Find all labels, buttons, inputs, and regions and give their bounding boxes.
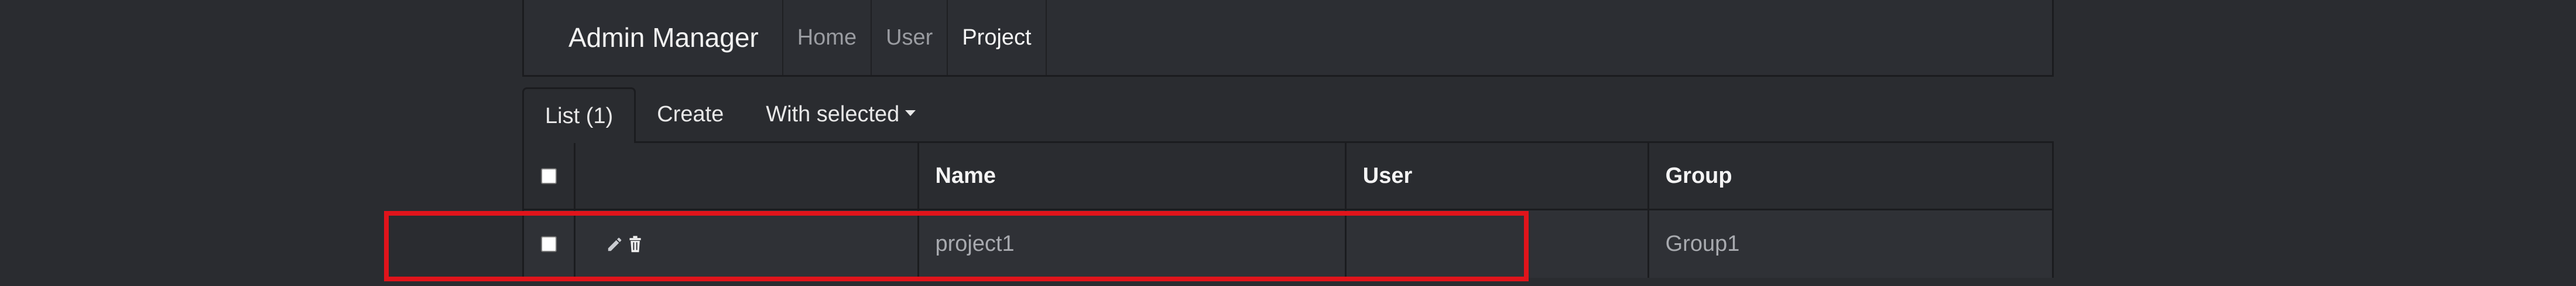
project-table: Name User Group project1 Group1: [522, 143, 2054, 278]
cell-group[interactable]: Group1: [1649, 210, 2052, 278]
select-all-checkbox[interactable]: [540, 168, 557, 184]
tab-list-label: List (1): [545, 103, 614, 128]
with-selected-label: With selected: [766, 101, 900, 127]
brand-title[interactable]: Admin Manager: [524, 0, 783, 75]
tab-list[interactable]: List (1): [522, 87, 636, 143]
cell-name[interactable]: project1: [919, 210, 1347, 278]
nav-link-project[interactable]: Project: [948, 0, 1047, 75]
nav-link-user[interactable]: User: [872, 0, 948, 75]
column-header-group[interactable]: Group: [1649, 143, 2052, 209]
row-checkbox[interactable]: [540, 236, 557, 252]
select-all-cell: [524, 143, 576, 209]
table-header-row: Name User Group: [524, 143, 2052, 210]
caret-down-icon: [905, 110, 916, 116]
actions-header: [576, 143, 919, 209]
row-select-cell: [524, 210, 576, 278]
column-header-name[interactable]: Name: [919, 143, 1347, 209]
table-row: project1 Group1: [524, 210, 2052, 278]
tab-bar: List (1) Create With selected: [522, 87, 2054, 143]
cell-user[interactable]: [1347, 210, 1649, 278]
tab-create[interactable]: Create: [636, 87, 745, 141]
tab-create-label: Create: [657, 101, 724, 127]
pencil-icon[interactable]: [606, 236, 624, 253]
column-header-user[interactable]: User: [1347, 143, 1649, 209]
trash-icon[interactable]: [628, 236, 642, 253]
admin-page: Admin Manager Home User Project List (1)…: [522, 0, 2054, 286]
with-selected-dropdown[interactable]: With selected: [745, 87, 937, 141]
navbar: Admin Manager Home User Project: [522, 0, 2054, 77]
row-actions: [576, 210, 919, 278]
nav-link-home[interactable]: Home: [783, 0, 872, 75]
